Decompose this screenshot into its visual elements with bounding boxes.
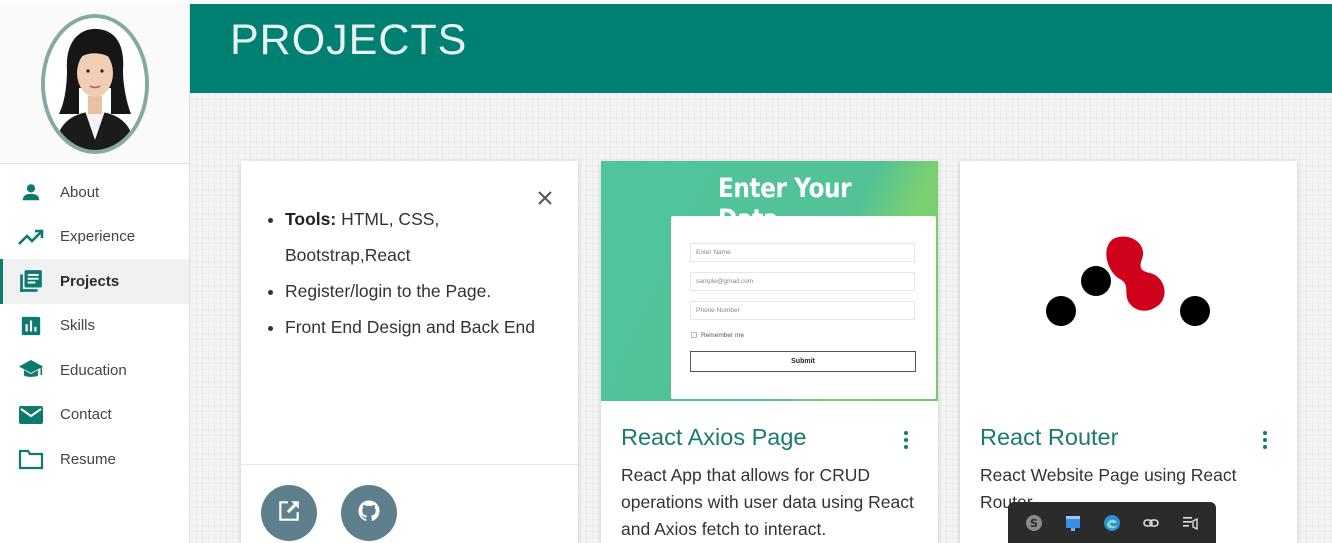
project-card[interactable]: Enter Your Data Enter Name sample@gmail.… xyxy=(601,161,938,543)
screenshot-field: sample@gmail.com xyxy=(690,272,915,291)
list-item: Front End Design and Back End xyxy=(285,309,555,345)
trending-up-icon xyxy=(18,225,44,249)
page-header: PROJECTS xyxy=(190,4,1332,93)
card-description: React App that allows for CRUD operation… xyxy=(621,465,914,539)
screenshot-checkbox-label: Remember me xyxy=(701,332,744,339)
profile-area xyxy=(0,4,189,164)
notes-icon[interactable] xyxy=(1179,512,1201,534)
screenshot-checkbox: Remember me xyxy=(691,332,744,339)
sidebar-item-projects[interactable]: Projects xyxy=(0,259,189,304)
bar-chart-icon xyxy=(18,314,44,338)
divider xyxy=(241,464,578,465)
avatar xyxy=(40,13,149,154)
skype-icon[interactable]: S xyxy=(1023,512,1045,534)
more-vert-icon[interactable] xyxy=(1259,429,1271,451)
github-button[interactable] xyxy=(341,485,397,541)
project-details-list: Tools: HTML, CSS, Bootstrap,React Regist… xyxy=(285,201,555,345)
external-link-icon xyxy=(276,498,302,529)
screenshot-form: Enter Name sample@gmail.com Phone Number… xyxy=(671,216,936,399)
list-item: Tools: HTML, CSS, Bootstrap,React xyxy=(285,201,555,273)
system-tray-overflow: S xyxy=(1008,502,1216,543)
github-icon xyxy=(357,499,381,528)
screenshot-field: Enter Name xyxy=(690,243,915,262)
edge-icon[interactable] xyxy=(1101,512,1123,534)
sidebar-item-experience[interactable]: Experience xyxy=(0,215,189,260)
sidebar-item-education[interactable]: Education xyxy=(0,348,189,393)
project-card-revealed: Tools: HTML, CSS, Bootstrap,React Regist… xyxy=(241,161,578,543)
sidebar-item-label: Skills xyxy=(60,317,96,335)
more-vert-icon[interactable] xyxy=(900,429,912,451)
card-title[interactable]: React Axios Page xyxy=(621,424,807,451)
mail-icon xyxy=(18,403,44,427)
sidebar-item-label: About xyxy=(60,183,100,201)
sidebar-nav: About Experience Projects Skills Educati… xyxy=(0,164,189,482)
project-card[interactable]: React Router React Website Page using Re… xyxy=(960,161,1297,543)
sidebar-item-contact[interactable]: Contact xyxy=(0,393,189,438)
library-books-icon xyxy=(18,269,44,293)
sidebar-item-label: Experience xyxy=(60,228,136,246)
project-screenshot[interactable]: Enter Your Data Enter Name sample@gmail.… xyxy=(601,161,938,401)
svg-text:S: S xyxy=(1030,517,1038,530)
sidebar-item-about[interactable]: About xyxy=(0,170,189,215)
sidebar-item-label: Resume xyxy=(60,450,116,468)
school-icon xyxy=(18,358,44,382)
sidebar-item-resume[interactable]: Resume xyxy=(0,437,189,482)
person-icon xyxy=(18,180,44,204)
page-title: PROJECTS xyxy=(230,16,468,64)
sidebar-item-label: Projects xyxy=(60,272,120,290)
open-link-button[interactable] xyxy=(261,485,317,541)
link-icon[interactable] xyxy=(1140,512,1162,534)
react-router-logo[interactable] xyxy=(1040,229,1220,344)
screenshot-field: Phone Number xyxy=(690,301,915,320)
list-item: Register/login to the Page. xyxy=(285,273,555,309)
sidebar-item-skills[interactable]: Skills xyxy=(0,304,189,349)
tools-label: Tools: xyxy=(285,209,337,229)
sidebar-item-label: Education xyxy=(60,361,127,379)
sidebar-item-label: Contact xyxy=(60,406,112,424)
screenshot-submit: Submit xyxy=(690,351,916,372)
app-window-icon[interactable] xyxy=(1062,512,1084,534)
folder-icon xyxy=(18,447,44,471)
card-title[interactable]: React Router xyxy=(980,424,1118,451)
sidebar: About Experience Projects Skills Educati… xyxy=(0,4,190,543)
